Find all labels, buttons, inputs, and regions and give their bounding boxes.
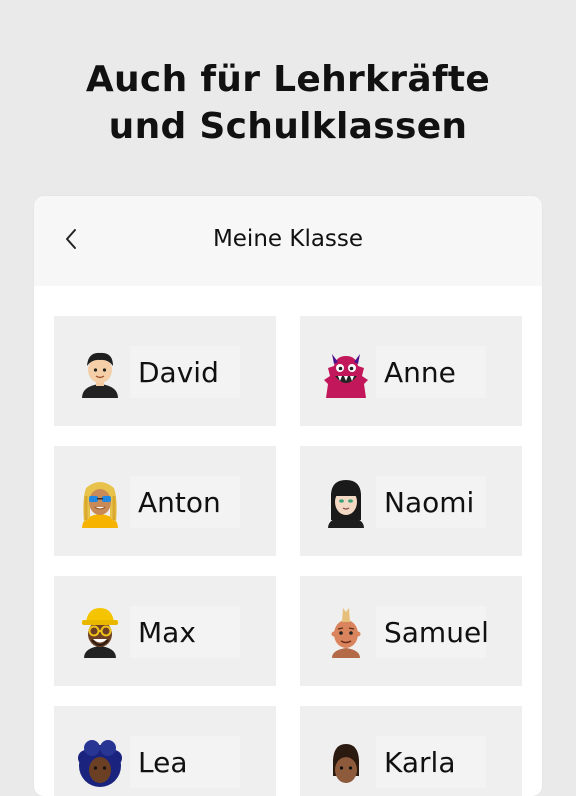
student-name-box: Anne: [376, 346, 486, 398]
student-tile-max[interactable]: Max: [54, 576, 276, 686]
student-name-box: Naomi: [376, 476, 486, 528]
student-name-box: Karla: [376, 736, 486, 788]
student-tile-anton[interactable]: Anton: [54, 446, 276, 556]
student-name: David: [138, 355, 219, 389]
student-name: Lea: [138, 745, 188, 779]
student-name-box: Anton: [130, 476, 240, 528]
headline-line-1: Auch für Lehrkräfte: [85, 59, 491, 100]
student-name: Samuel: [384, 615, 489, 649]
card-header: Meine Klasse: [34, 196, 542, 286]
headline-line-2: und Schulklassen: [108, 106, 468, 147]
dark-hair-girl-avatar-icon: [328, 480, 364, 528]
class-card: Meine Klasse David Anne Anton Naomi Max …: [34, 196, 542, 796]
student-name-box: Max: [130, 606, 240, 658]
student-name: Karla: [384, 745, 456, 779]
curly-hair-girl-avatar-icon: [78, 740, 122, 787]
page-headline: Auch für Lehrkräfte und Schulklassen: [0, 56, 576, 150]
screen-title: Meine Klasse: [212, 226, 364, 252]
student-tile-naomi[interactable]: Naomi: [300, 446, 522, 556]
student-name-box: Samuel: [376, 606, 489, 658]
mohawk-boy-avatar-icon: [331, 608, 361, 658]
student-name: Anne: [384, 355, 456, 389]
blonde-sunglasses-avatar-icon: [82, 482, 118, 528]
student-name: Naomi: [384, 485, 475, 519]
student-name-box: David: [130, 346, 240, 398]
student-tile-lea[interactable]: Lea: [54, 706, 276, 796]
pink-monster-avatar-icon: [324, 354, 368, 398]
student-tile-samuel[interactable]: Samuel: [300, 576, 522, 686]
yellow-hat-glasses-avatar-icon: [82, 608, 118, 658]
student-tile-karla[interactable]: Karla: [300, 706, 522, 796]
student-name: Max: [138, 615, 196, 649]
student-tile-anne[interactable]: Anne: [300, 316, 522, 426]
student-tile-david[interactable]: David: [54, 316, 276, 426]
student-name-box: Lea: [130, 736, 240, 788]
boy-avatar-icon: [82, 352, 118, 398]
dark-hair-avatar-icon: [333, 744, 359, 783]
student-name: Anton: [138, 485, 221, 519]
